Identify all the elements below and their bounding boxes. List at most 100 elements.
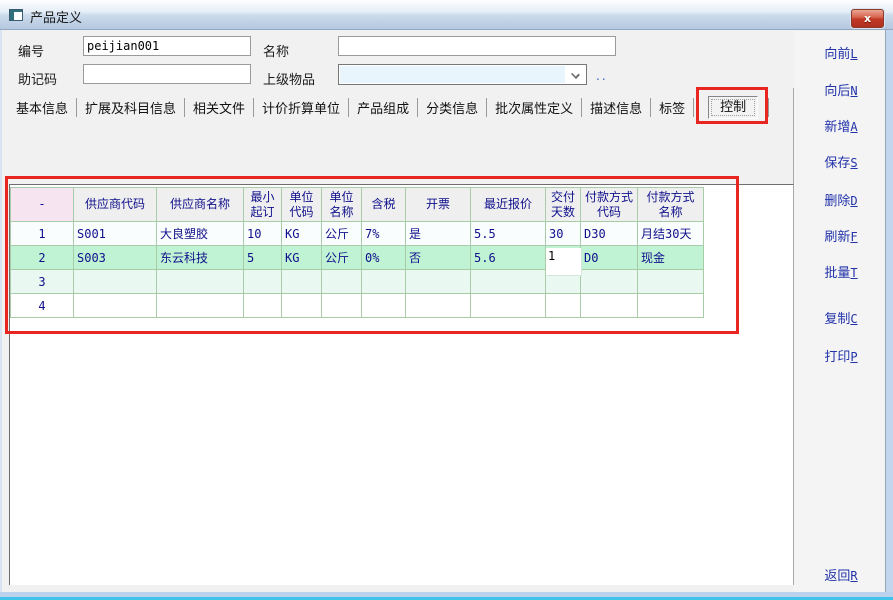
grid-header-cell[interactable]: 付款方式 代码 <box>581 188 638 222</box>
grid-cell[interactable]: 30 <box>546 222 581 246</box>
grid-cell[interactable] <box>362 294 406 318</box>
tab-product-composition[interactable]: 产品组成 <box>349 98 417 117</box>
product-definition-window: 产品定义 x 编号 名称 助记码 上级物品 .. 基本信息 扩展及科目信息 相关… <box>0 0 893 600</box>
grid-cell[interactable]: 月结30天 <box>638 222 704 246</box>
grid-cell[interactable] <box>74 294 157 318</box>
grid-cell[interactable]: S001 <box>74 222 157 246</box>
grid-header-cell[interactable]: 含税 <box>362 188 406 222</box>
tab-control-active[interactable]: 控制 <box>708 96 758 119</box>
grid-cell[interactable] <box>581 294 638 318</box>
grid-row: 1S001大良塑胶10KG公斤7%是5.530D30月结30天 <box>11 222 704 246</box>
window-border-right <box>885 30 893 592</box>
parent-item-label: 上级物品 <box>263 69 315 88</box>
grid-cell[interactable] <box>581 270 638 294</box>
grid-cell[interactable]: 5.6 <box>471 246 546 270</box>
tab-basic-info[interactable]: 基本信息 <box>8 98 76 117</box>
grid-header-cell[interactable]: 付款方式 名称 <box>638 188 704 222</box>
grid-cell[interactable]: KG <box>282 222 322 246</box>
grid-cell[interactable]: 5 <box>244 246 282 270</box>
grid-row-index[interactable]: 3 <box>11 270 74 294</box>
nav-backward-button[interactable]: 向后N <box>816 80 866 96</box>
grid-cell[interactable] <box>244 270 282 294</box>
window-title: 产品定义 <box>30 7 82 26</box>
title-bar: 产品定义 x <box>0 0 893 30</box>
grid-cell[interactable] <box>638 270 704 294</box>
grid-header-cell[interactable]: 供应商代码 <box>74 188 157 222</box>
tab-separator <box>693 98 694 117</box>
nav-save-button[interactable]: 保存S <box>816 152 866 168</box>
supplier-grid: -供应商代码供应商名称最小 起订单位 代码单位 名称含税开票最近报价交付 天数付… <box>10 187 704 318</box>
grid-cell[interactable] <box>546 294 581 318</box>
tab-separator <box>768 98 769 117</box>
code-input[interactable] <box>83 36 251 56</box>
grid-row-index[interactable]: 2 <box>11 246 74 270</box>
grid-cell[interactable] <box>638 294 704 318</box>
parent-item-browse-button[interactable]: .. <box>596 69 608 83</box>
grid-cell[interactable] <box>362 270 406 294</box>
grid-edit-cell[interactable]: 1 <box>546 248 581 275</box>
grid-row-index[interactable]: 4 <box>11 294 74 318</box>
nav-batch-button[interactable]: 批量T <box>816 262 866 278</box>
grid-cell[interactable] <box>322 294 362 318</box>
tab-description-info[interactable]: 描述信息 <box>582 98 650 117</box>
tab-extended-account-info[interactable]: 扩展及科目信息 <box>77 98 184 117</box>
grid-cell[interactable]: 公斤 <box>322 246 362 270</box>
grid-header-cell[interactable]: 最小 起订 <box>244 188 282 222</box>
grid-header-cell[interactable]: 最近报价 <box>471 188 546 222</box>
code-label: 编号 <box>18 41 44 60</box>
grid-row-index[interactable]: 1 <box>11 222 74 246</box>
tab-label[interactable]: 标签 <box>651 98 693 117</box>
grid-cell[interactable]: 是 <box>406 222 471 246</box>
grid-cell[interactable] <box>406 294 471 318</box>
grid-row: 3 <box>11 270 704 294</box>
nav-forward-button[interactable]: 向前L <box>816 43 866 59</box>
grid-header-cell[interactable]: 交付 天数 <box>546 188 581 222</box>
grid-cell[interactable]: 东云科技 <box>157 246 244 270</box>
grid-cell[interactable]: D30 <box>581 222 638 246</box>
grid-cell[interactable] <box>244 294 282 318</box>
grid-cell[interactable]: 大良塑胶 <box>157 222 244 246</box>
grid-cell[interactable]: 否 <box>406 246 471 270</box>
nav-back-button[interactable]: 返回R <box>816 565 866 581</box>
grid-cell[interactable]: 10 <box>244 222 282 246</box>
chevron-down-icon[interactable] <box>571 70 580 79</box>
grid-header-cell[interactable]: 单位 代码 <box>282 188 322 222</box>
grid-cell[interactable] <box>282 270 322 294</box>
grid-cell[interactable] <box>282 294 322 318</box>
nav-add-button[interactable]: 新增A <box>816 116 866 132</box>
grid-cell[interactable] <box>157 294 244 318</box>
grid-cell[interactable] <box>406 270 471 294</box>
grid-cell[interactable] <box>471 294 546 318</box>
grid-header-cell[interactable]: 开票 <box>406 188 471 222</box>
nav-refresh-button[interactable]: 刷新F <box>816 226 866 242</box>
grid-cell[interactable]: 0% <box>362 246 406 270</box>
grid-cell[interactable] <box>322 270 362 294</box>
mnemonic-input[interactable] <box>83 64 251 84</box>
tab-batch-attribute-definition[interactable]: 批次属性定义 <box>487 98 581 117</box>
parent-item-combobox[interactable] <box>338 64 587 85</box>
close-icon[interactable]: x <box>851 9 884 28</box>
grid-cell[interactable] <box>471 270 546 294</box>
grid-cell[interactable]: 5.5 <box>471 222 546 246</box>
name-input[interactable] <box>338 36 616 56</box>
tab-pricing-conversion-unit[interactable]: 计价折算单位 <box>254 98 348 117</box>
panel-divider <box>793 88 794 184</box>
window-icon <box>9 9 23 21</box>
tab-related-files[interactable]: 相关文件 <box>185 98 253 117</box>
grid-cell[interactable] <box>74 270 157 294</box>
grid-cell[interactable]: D0 <box>581 246 638 270</box>
grid-header-cell[interactable]: 供应商名称 <box>157 188 244 222</box>
nav-copy-button[interactable]: 复制C <box>816 308 866 324</box>
tab-classification-info[interactable]: 分类信息 <box>418 98 486 117</box>
mnemonic-label: 助记码 <box>18 69 57 88</box>
grid-cell[interactable] <box>157 270 244 294</box>
nav-print-button[interactable]: 打印P <box>816 346 866 362</box>
grid-cell[interactable]: KG <box>282 246 322 270</box>
grid-header-index[interactable]: - <box>11 188 74 222</box>
grid-cell[interactable]: 公斤 <box>322 222 362 246</box>
nav-delete-button[interactable]: 删除D <box>816 190 866 206</box>
grid-cell[interactable]: S003 <box>74 246 157 270</box>
grid-cell[interactable]: 现金 <box>638 246 704 270</box>
grid-header-cell[interactable]: 单位 名称 <box>322 188 362 222</box>
grid-cell[interactable]: 7% <box>362 222 406 246</box>
